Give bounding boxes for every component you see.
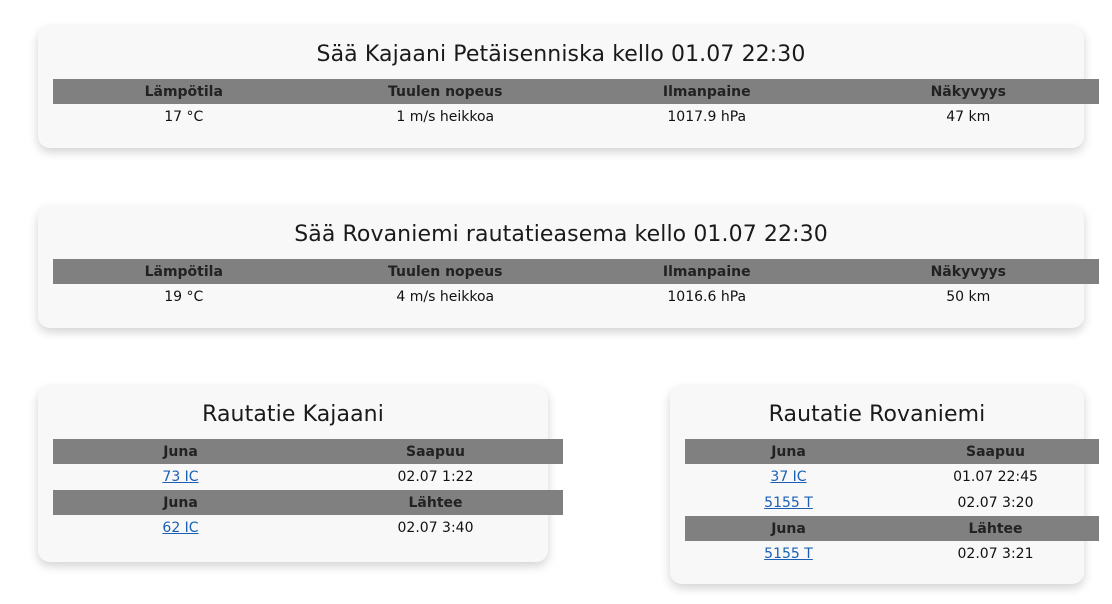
train-header: Juna bbox=[53, 490, 308, 515]
weather-value-row: 19 °C 4 m/s heikkoa 1016.6 hPa 50 km bbox=[53, 284, 1099, 310]
train-table: Juna Saapuu 37 IC 01.07 22:45 5155 T 02.… bbox=[685, 439, 1099, 567]
wind-speed-header: Tuulen nopeus bbox=[314, 259, 576, 284]
temperature-header: Lämpötila bbox=[53, 79, 315, 104]
arrivals-header-row: Juna Saapuu bbox=[53, 439, 563, 464]
arrival-time: 01.07 22:45 bbox=[953, 469, 1038, 485]
visibility-header: Näkyvyys bbox=[837, 79, 1099, 104]
train-cell: 5155 T bbox=[685, 541, 892, 567]
wind-speed-value: 4 m/s heikkoa bbox=[396, 289, 495, 305]
departure-time: 02.07 3:21 bbox=[957, 546, 1034, 562]
departs-header: Lähtee bbox=[308, 490, 563, 515]
weather-title: Sää Kajaani Petäisenniska kello 01.07 22… bbox=[316, 42, 806, 67]
wind-speed-header: Tuulen nopeus bbox=[314, 79, 576, 104]
weather-title: Sää Rovaniemi rautatieasema kello 01.07 … bbox=[294, 222, 828, 247]
pressure-header: Ilmanpaine bbox=[576, 79, 838, 104]
table-row: 73 IC 02.07 1:22 bbox=[53, 464, 563, 490]
rail-title: Rautatie Kajaani bbox=[202, 402, 384, 427]
arrival-time: 02.07 1:22 bbox=[397, 469, 474, 485]
weather-table: Lämpötila Tuulen nopeus Ilmanpaine Näkyv… bbox=[53, 259, 1099, 310]
table-row: 37 IC 01.07 22:45 bbox=[685, 464, 1099, 490]
departure-time: 02.07 3:40 bbox=[397, 520, 474, 536]
rail-card-rovaniemi: Rautatie Rovaniemi Juna Saapuu 37 IC 01.… bbox=[670, 386, 1099, 584]
departures-header-row: Juna Lähtee bbox=[685, 516, 1099, 541]
weather-header-row: Lämpötila Tuulen nopeus Ilmanpaine Näkyv… bbox=[53, 79, 1099, 104]
rail-card-kajaani: Rautatie Kajaani Juna Saapuu 73 IC 02.07… bbox=[38, 386, 563, 562]
pressure-header: Ilmanpaine bbox=[576, 259, 838, 284]
weather-table: Lämpötila Tuulen nopeus Ilmanpaine Näkyv… bbox=[53, 79, 1099, 130]
table-row: 62 IC 02.07 3:40 bbox=[53, 515, 563, 541]
train-header: Juna bbox=[685, 516, 892, 541]
table-row: 5155 T 02.07 3:20 bbox=[685, 490, 1099, 516]
temperature-value: 17 °C bbox=[164, 109, 204, 125]
temperature-value: 19 °C bbox=[164, 289, 204, 305]
arrival-time: 02.07 3:20 bbox=[957, 495, 1034, 511]
weather-card-rovaniemi: Sää Rovaniemi rautatieasema kello 01.07 … bbox=[38, 206, 1099, 328]
train-link[interactable]: 37 IC bbox=[770, 469, 806, 485]
rail-title: Rautatie Rovaniemi bbox=[768, 402, 986, 427]
train-table: Juna Saapuu 73 IC 02.07 1:22 Juna Lähtee… bbox=[53, 439, 563, 541]
train-cell: 73 IC bbox=[53, 464, 308, 490]
visibility-value: 47 km bbox=[946, 109, 991, 125]
departs-header: Lähtee bbox=[892, 516, 1099, 541]
train-link[interactable]: 5155 T bbox=[764, 495, 813, 511]
temperature-header: Lämpötila bbox=[53, 259, 315, 284]
pressure-value: 1017.9 hPa bbox=[667, 109, 747, 125]
pressure-value: 1016.6 hPa bbox=[667, 289, 747, 305]
train-cell: 62 IC bbox=[53, 515, 308, 541]
train-cell: 5155 T bbox=[685, 490, 892, 516]
arrives-header: Saapuu bbox=[892, 439, 1099, 464]
departures-header-row: Juna Lähtee bbox=[53, 490, 563, 515]
train-link[interactable]: 5155 T bbox=[764, 546, 813, 562]
visibility-header: Näkyvyys bbox=[837, 259, 1099, 284]
visibility-value: 50 km bbox=[946, 289, 991, 305]
train-header: Juna bbox=[685, 439, 892, 464]
arrivals-header-row: Juna Saapuu bbox=[685, 439, 1099, 464]
weather-header-row: Lämpötila Tuulen nopeus Ilmanpaine Näkyv… bbox=[53, 259, 1099, 284]
table-row: 5155 T 02.07 3:21 bbox=[685, 541, 1099, 567]
weather-card-kajaani: Sää Kajaani Petäisenniska kello 01.07 22… bbox=[38, 26, 1099, 148]
train-link[interactable]: 73 IC bbox=[162, 469, 198, 485]
arrives-header: Saapuu bbox=[308, 439, 563, 464]
train-header: Juna bbox=[53, 439, 308, 464]
weather-value-row: 17 °C 1 m/s heikkoa 1017.9 hPa 47 km bbox=[53, 104, 1099, 130]
wind-speed-value: 1 m/s heikkoa bbox=[396, 109, 495, 125]
train-link[interactable]: 62 IC bbox=[162, 520, 198, 536]
train-cell: 37 IC bbox=[685, 464, 892, 490]
